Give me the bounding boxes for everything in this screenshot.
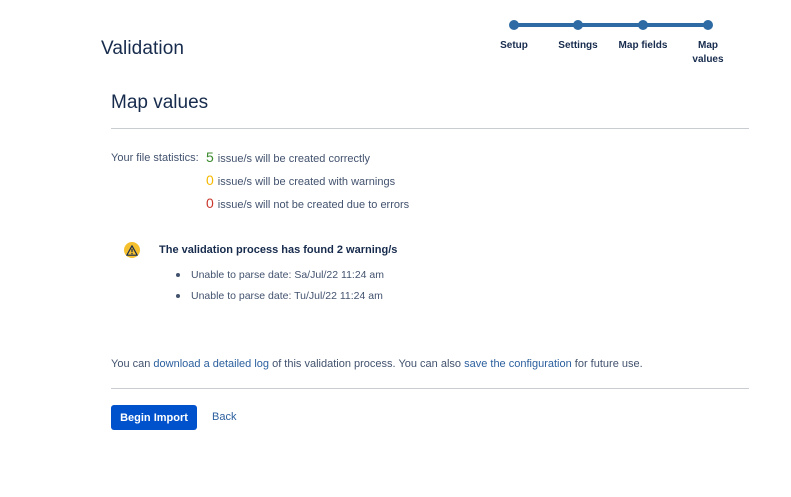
stat-text-created: issue/s will be created correctly [217,153,371,165]
stat-row-errors: 0 issue/s will not be created due to err… [206,195,409,211]
bullet-icon [176,273,180,277]
stat-row-warnings: 0 issue/s will be created with warnings [206,172,395,188]
stat-count-warnings: 0 [206,172,214,188]
warning-item-text: Unable to parse date: Tu/Jul/22 11:24 am [191,290,383,302]
stat-row-created: 5 issue/s will be created correctly [206,149,370,165]
page-title: Validation [101,38,185,59]
step-label-setup[interactable]: Setup [500,39,528,53]
progress-tracker: Setup Settings Map fields Map values [480,14,760,74]
download-log-link[interactable]: download a detailed log [153,358,269,370]
warning-icon [124,242,140,258]
back-link[interactable]: Back [212,411,236,423]
stat-text-warnings: issue/s will be created with warnings [217,176,396,188]
step-dot-setup[interactable] [509,20,519,30]
bottom-divider [111,388,749,389]
log-sentence: You can download a detailed log of this … [111,358,643,370]
section-title: Map values [111,92,209,113]
step-dot-map-fields[interactable] [638,20,648,30]
stat-count-created: 5 [206,149,214,165]
warning-title: The validation process has found 2 warni… [159,244,398,256]
step-label-settings[interactable]: Settings [558,39,597,53]
step-dot-map-values [703,20,713,30]
warning-list: Unable to parse date: Sa/Jul/22 11:24 am… [176,268,384,310]
step-label-map-values: Map values [692,40,724,65]
log-middle: of this validation process. You can also [269,358,465,370]
begin-import-button[interactable]: Begin Import [111,405,197,430]
stat-count-errors: 0 [206,195,214,211]
file-statistics-label: Your file statistics: [111,152,199,164]
warning-item: Unable to parse date: Tu/Jul/22 11:24 am [176,289,384,310]
bullet-icon [176,294,180,298]
stat-text-errors: issue/s will not be created due to error… [217,199,410,211]
warning-item-text: Unable to parse date: Sa/Jul/22 11:24 am [191,269,385,281]
step-label-map-fields[interactable]: Map fields [619,39,668,53]
log-suffix: for future use. [571,358,643,370]
warning-item: Unable to parse date: Sa/Jul/22 11:24 am [176,268,384,289]
log-prefix: You can [111,358,154,370]
progress-line [513,23,708,27]
top-divider [111,128,749,129]
step-dot-settings[interactable] [573,20,583,30]
save-configuration-link[interactable]: save the configuration [464,358,572,370]
